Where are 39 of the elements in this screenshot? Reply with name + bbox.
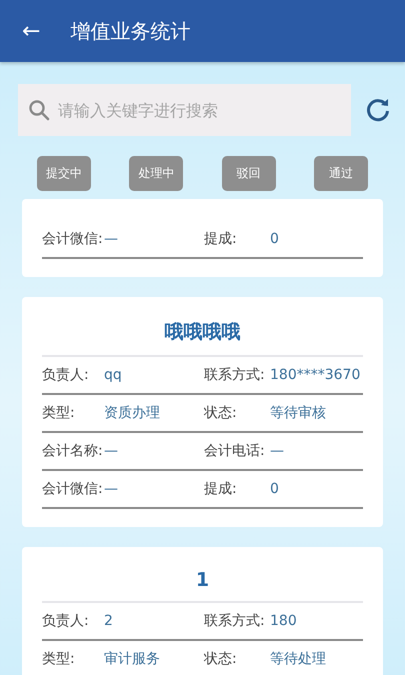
field-value: qq <box>104 367 122 383</box>
field-label: 状态: <box>204 650 238 668</box>
field-label: 负责人: <box>42 366 90 384</box>
card-title: 1 <box>42 561 363 603</box>
filter-button[interactable]: 通过 <box>314 156 368 191</box>
filter-button[interactable]: 提交中 <box>37 156 91 191</box>
field-value: 180****3670 <box>270 367 360 383</box>
field-label: 联系方式: <box>204 612 266 630</box>
filter-button[interactable]: 驳回 <box>222 156 276 191</box>
field-label: 会计微信: <box>42 480 104 498</box>
field-label: 类型: <box>42 404 76 422</box>
filter-button[interactable]: 处理中 <box>129 156 184 191</box>
page-title: 增值业务统计 <box>70 18 190 44</box>
field-value: 2 <box>104 613 113 629</box>
field-value: 等待处理 <box>270 650 326 668</box>
card-title: 哦哦哦哦 <box>42 311 363 357</box>
search-icon <box>28 99 50 121</box>
field-value: — <box>270 443 284 459</box>
field-label: 提成: <box>204 480 238 498</box>
field-label: 负责人: <box>42 612 90 630</box>
field-label: 类型: <box>42 650 76 668</box>
field-label: 状态: <box>204 404 238 422</box>
back-button[interactable]: ← <box>18 18 44 44</box>
field-value: — <box>104 481 118 497</box>
field-label: 提成: <box>204 230 238 248</box>
field-label: 会计电话: <box>204 442 266 460</box>
field-value: — <box>104 443 118 459</box>
field-value: 等待审核 <box>270 404 326 422</box>
field-value: 审计服务 <box>104 650 160 668</box>
field-value: 180 <box>270 613 297 629</box>
field-value: — <box>104 231 118 247</box>
field-label: 会计微信: <box>42 230 104 248</box>
refresh-button[interactable] <box>365 97 391 123</box>
field-value: 资质办理 <box>104 404 160 422</box>
field-label: 联系方式: <box>204 366 266 384</box>
field-label: 会计名称: <box>42 442 104 460</box>
search-field[interactable]: 请输入关键字进行搜索 <box>18 84 351 136</box>
field-value: 0 <box>270 481 279 497</box>
field-value: 0 <box>270 231 279 247</box>
